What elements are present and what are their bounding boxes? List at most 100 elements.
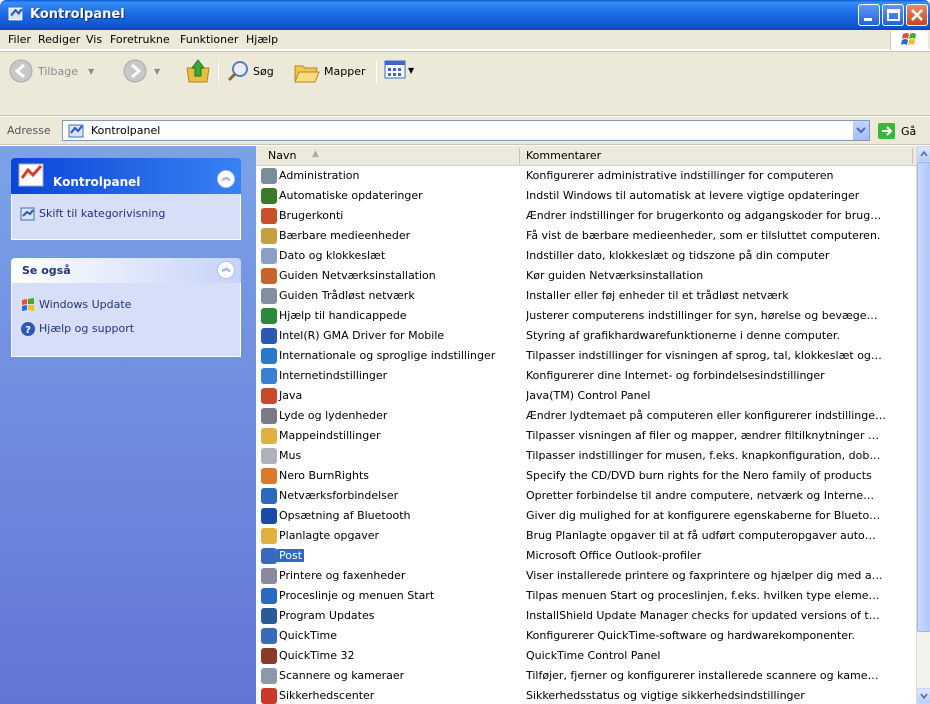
- item-comment: Sikkerhedsstatus og vigtige sikkerhedsin…: [526, 689, 805, 702]
- clock-icon: [261, 248, 277, 264]
- minimize-button[interactable]: [858, 4, 880, 26]
- collapse-icon[interactable]: ︽: [217, 261, 235, 279]
- item-comment: InstallShield Update Manager checks for …: [526, 609, 880, 622]
- address-dropdown-button[interactable]: [852, 121, 869, 140]
- menu-help[interactable]: Hjælp: [246, 33, 278, 46]
- bluetooth-icon: [261, 508, 277, 524]
- scrollbar-thumb[interactable]: [917, 162, 930, 632]
- list-item[interactable]: Printere og faxenheder Viser installerede…: [256, 566, 916, 586]
- list-item[interactable]: Java Java(TM) Control Panel: [256, 386, 916, 406]
- forward-dropdown-icon[interactable]: ▼: [154, 67, 160, 76]
- scheduled-tasks-icon: [261, 528, 277, 544]
- item-comment: Justerer computerens indstillinger for s…: [526, 309, 878, 322]
- help-support-link[interactable]: Hjælp og support: [39, 322, 134, 335]
- menu-file[interactable]: Filer: [8, 33, 31, 46]
- list-item[interactable]: Nero BurnRights Specify the CD/DVD burn r…: [256, 466, 916, 486]
- item-name: Guiden Netværksinstallation: [279, 269, 436, 282]
- menu-tools[interactable]: Funktioner: [180, 33, 238, 46]
- list-item[interactable]: Internationale og sproglige indstillinge…: [256, 346, 916, 366]
- windows-update-icon: [261, 188, 277, 204]
- list-item[interactable]: Bærbare medieenheder Få vist de bærbare m…: [256, 226, 916, 246]
- list-item[interactable]: Brugerkonti Ændrer indstillinger for brug…: [256, 206, 916, 226]
- address-field[interactable]: Kontrolpanel: [62, 120, 870, 141]
- list-item[interactable]: Guiden Netværksinstallation Kør guiden Ne…: [256, 266, 916, 286]
- search-button[interactable]: Søg: [226, 59, 274, 83]
- item-comment: Ændrer indstillinger for brugerkonto og …: [526, 209, 882, 222]
- list-header: Navn ▲ Kommentarer: [256, 146, 916, 166]
- windows-update-icon: [22, 298, 34, 311]
- administration-icon: [261, 168, 277, 184]
- list-item[interactable]: Automatiske opdateringer Indstil Windows …: [256, 186, 916, 206]
- folder-icon: [261, 428, 277, 444]
- go-arrow-icon: [878, 123, 895, 139]
- item-comment: Styring af grafikhardwarefunktionerne i …: [526, 329, 840, 342]
- control-panel-box-header[interactable]: Kontrolpanel ︽: [11, 158, 241, 194]
- intel-icon: [261, 328, 277, 344]
- list-item[interactable]: QuickTime 32 QuickTime Control Panel: [256, 646, 916, 666]
- list-item[interactable]: Guiden Trådløst netværk Installer eller f…: [256, 286, 916, 306]
- item-name: QuickTime: [279, 629, 338, 642]
- taskbar-icon: [261, 588, 277, 604]
- list-item[interactable]: Mappeindstillinger Tilpasser visningen af…: [256, 426, 916, 446]
- scroll-down-button[interactable]: [917, 688, 930, 704]
- scroll-up-button[interactable]: [917, 146, 930, 162]
- list-item[interactable]: Mus Tilpasser indstillinger for musen, f.…: [256, 446, 916, 466]
- item-comment: Brug Planlagte opgaver til at få udført …: [526, 529, 876, 542]
- collapse-icon[interactable]: ︽: [217, 170, 235, 188]
- windows-logo-icon: [890, 31, 928, 50]
- list-item[interactable]: Opsætning af Bluetooth Giver dig mulighed…: [256, 506, 916, 526]
- menu-favorites[interactable]: Foretrukne: [110, 33, 170, 46]
- list-item[interactable]: Sikkerhedscenter Sikkerhedsstatus og vigt…: [256, 686, 916, 704]
- users-icon: [261, 208, 277, 224]
- column-comment-header[interactable]: Kommentarer: [526, 149, 601, 162]
- back-button[interactable]: Tilbage ▼: [8, 58, 94, 84]
- list-item[interactable]: Planlagte opgaver Brug Planlagte opgaver …: [256, 526, 916, 546]
- chevron-up-icon: [920, 150, 928, 157]
- item-name: Program Updates: [279, 609, 375, 622]
- forward-arrow-icon: [123, 59, 147, 83]
- see-also-header[interactable]: Se også ︽: [11, 258, 241, 283]
- maximize-button[interactable]: [882, 4, 904, 26]
- menu-edit[interactable]: Rediger: [38, 33, 80, 46]
- up-button[interactable]: [184, 56, 212, 84]
- list-item[interactable]: Post Microsoft Office Outlook-profiler: [256, 546, 916, 566]
- list-item[interactable]: Hjælp til handicappede Justerer computere…: [256, 306, 916, 326]
- item-name: Lyde og lydenheder: [279, 409, 388, 422]
- control-panel-large-icon: [18, 163, 44, 187]
- back-dropdown-icon[interactable]: ▼: [88, 67, 94, 76]
- mouse-icon: [261, 448, 277, 464]
- folders-button[interactable]: Mapper: [293, 58, 366, 84]
- views-button[interactable]: ▼: [384, 60, 414, 80]
- item-name: Dato og klokkeslæt: [279, 249, 386, 262]
- list-item[interactable]: QuickTime Konfigurerer QuickTime-software…: [256, 626, 916, 646]
- switch-category-view-link[interactable]: Skift til kategorivisning: [39, 207, 165, 220]
- list-item[interactable]: Administration Konfigurerer administrativ…: [256, 166, 916, 186]
- list-item[interactable]: Lyde og lydenheder Ændrer lydtemaet på co…: [256, 406, 916, 426]
- item-name: QuickTime 32: [279, 649, 355, 662]
- list-item[interactable]: Program Updates InstallShield Update Mana…: [256, 606, 916, 626]
- windows-update-link[interactable]: Windows Update: [39, 298, 131, 311]
- list-item[interactable]: Proceslinje og menuen Start Tilpas menuen…: [256, 586, 916, 606]
- network-icon: [261, 488, 277, 504]
- folders-icon: [294, 65, 320, 83]
- search-icon: [227, 61, 248, 82]
- list-item[interactable]: Scannere og kameraer Tilføjer, fjerner og…: [256, 666, 916, 686]
- list-item[interactable]: Dato og klokkeslæt Indstiller dato, klokk…: [256, 246, 916, 266]
- menu-view[interactable]: Vis: [86, 33, 102, 46]
- list-item[interactable]: Intel(R) GMA Driver for Mobile Styring af…: [256, 326, 916, 346]
- item-comment: Tilpasser indstillinger for visningen af…: [526, 349, 882, 362]
- column-name-header[interactable]: Navn: [268, 149, 296, 162]
- search-label: Søg: [253, 64, 274, 78]
- network-wizard-icon: [261, 268, 277, 284]
- item-name: Intel(R) GMA Driver for Mobile: [279, 329, 445, 342]
- go-button[interactable]: Gå: [877, 122, 916, 140]
- folders-label: Mapper: [324, 64, 366, 78]
- control-panel-icon: [68, 124, 84, 138]
- close-button[interactable]: [906, 4, 928, 26]
- nero-icon: [261, 468, 277, 484]
- forward-button[interactable]: ▼: [122, 58, 160, 84]
- list-item[interactable]: Internetindstillinger Konfigurerer dine I…: [256, 366, 916, 386]
- vertical-scrollbar[interactable]: [916, 146, 930, 704]
- task-pane: Kontrolpanel ︽ Skift til kategorivisning…: [0, 146, 256, 704]
- list-item[interactable]: Netværksforbindelser Opretter forbindelse…: [256, 486, 916, 506]
